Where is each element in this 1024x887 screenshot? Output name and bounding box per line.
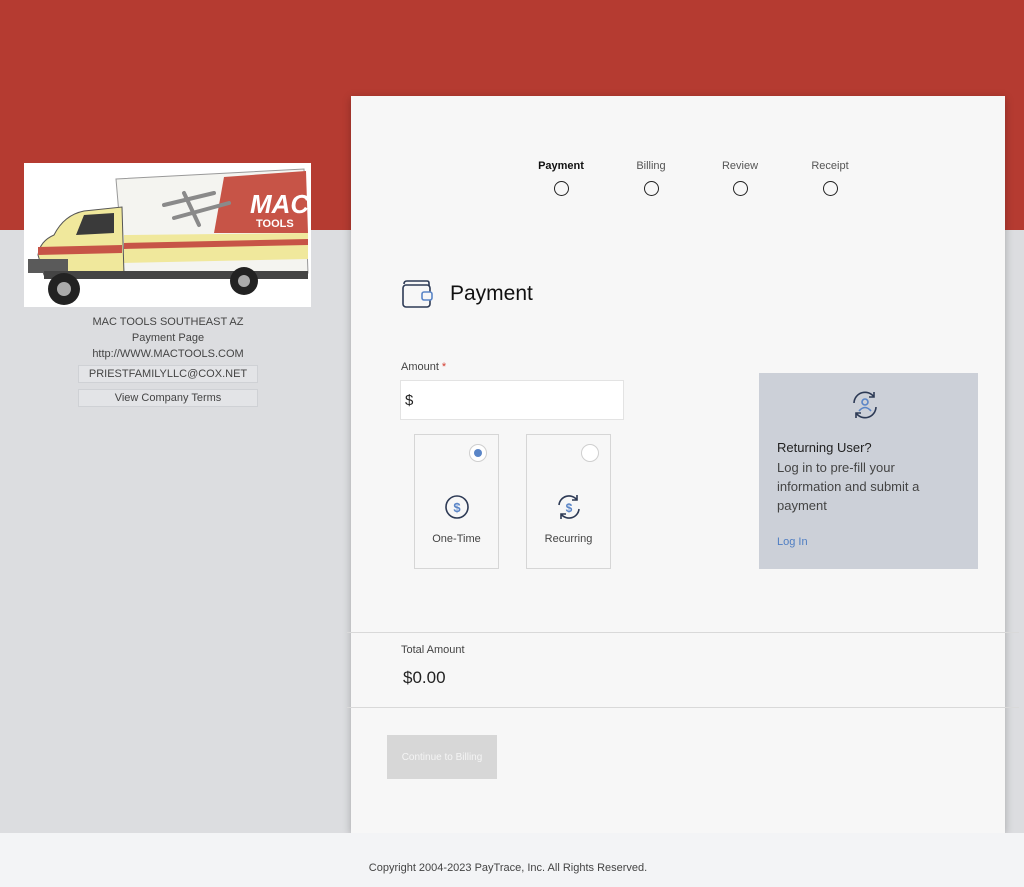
step-indicator [732, 181, 748, 196]
wallet-icon [402, 280, 433, 308]
step-payment: Payment [521, 160, 601, 196]
step-review: Review [700, 160, 780, 196]
step-label: Payment [538, 160, 584, 172]
view-terms-button[interactable]: View Company Terms [78, 389, 258, 407]
step-label: Review [721, 160, 759, 172]
amount-label: Amount * [401, 361, 446, 373]
amount-input[interactable] [413, 390, 608, 410]
returning-user-description: Log in to pre-fill your information and … [777, 460, 920, 513]
svg-text:$: $ [566, 501, 573, 515]
total-amount-value: $0.00 [403, 668, 446, 687]
divider [347, 707, 1019, 708]
dollar-circle-icon: $ [445, 495, 469, 519]
company-website[interactable]: http://WWW.MACTOOLS.COM [78, 346, 258, 362]
payment-type-label: One-Time [432, 533, 481, 545]
payment-type-label: Recurring [544, 533, 593, 545]
section-header: Payment [401, 279, 533, 309]
page-label: Payment Page [131, 332, 205, 344]
log-in-link[interactable]: Log In [777, 536, 808, 548]
payment-type-one-time[interactable]: $ One-Time [414, 434, 499, 569]
returning-user-icon [853, 391, 877, 419]
returning-user-panel: Returning User? Log in to pre-fill your … [759, 373, 978, 569]
company-name: MAC TOOLS SOUTHEAST AZ [92, 316, 244, 328]
truck-illustration: MAC TOOLS [28, 168, 310, 305]
recurring-dollar-icon: $ [558, 495, 580, 519]
step-indicator [553, 181, 569, 196]
step-receipt: Receipt [790, 160, 870, 196]
one-time-radio[interactable] [469, 444, 487, 462]
step-indicator [643, 181, 659, 196]
company-email[interactable]: PRIESTFAMILYLLC@COX.NET [78, 365, 258, 383]
continue-to-billing-button[interactable]: Continue to Billing [387, 735, 497, 779]
step-label: Billing [636, 160, 666, 172]
returning-user-title: Returning User? [777, 440, 872, 455]
step-billing: Billing [611, 160, 691, 196]
copyright-text: Copyright 2004-2023 PayTrace, Inc. All R… [368, 862, 648, 874]
required-indicator: * [441, 361, 447, 373]
payment-type-recurring[interactable]: $ Recurring [526, 434, 611, 569]
section-title: Payment [450, 282, 533, 305]
amount-field[interactable]: $ [400, 380, 624, 420]
payment-card: Payment Billing Review Receipt Payment A… [347, 96, 1019, 833]
logo-tools-text: TOOLS [256, 218, 294, 230]
svg-text:$: $ [453, 500, 461, 515]
recurring-radio[interactable] [581, 444, 599, 462]
company-info: MAC TOOLS SOUTHEAST AZ Payment Page http… [78, 314, 258, 407]
step-label: Receipt [811, 160, 849, 172]
divider [347, 632, 1019, 633]
total-amount-label: Total Amount [401, 644, 465, 656]
company-logo-image: MAC TOOLS [24, 163, 311, 307]
logo-mac-text: MAC [250, 189, 310, 219]
footer [0, 833, 1024, 887]
step-indicator [822, 181, 838, 196]
currency-prefix: $ [405, 391, 414, 409]
amount-label-text: Amount [401, 361, 439, 373]
